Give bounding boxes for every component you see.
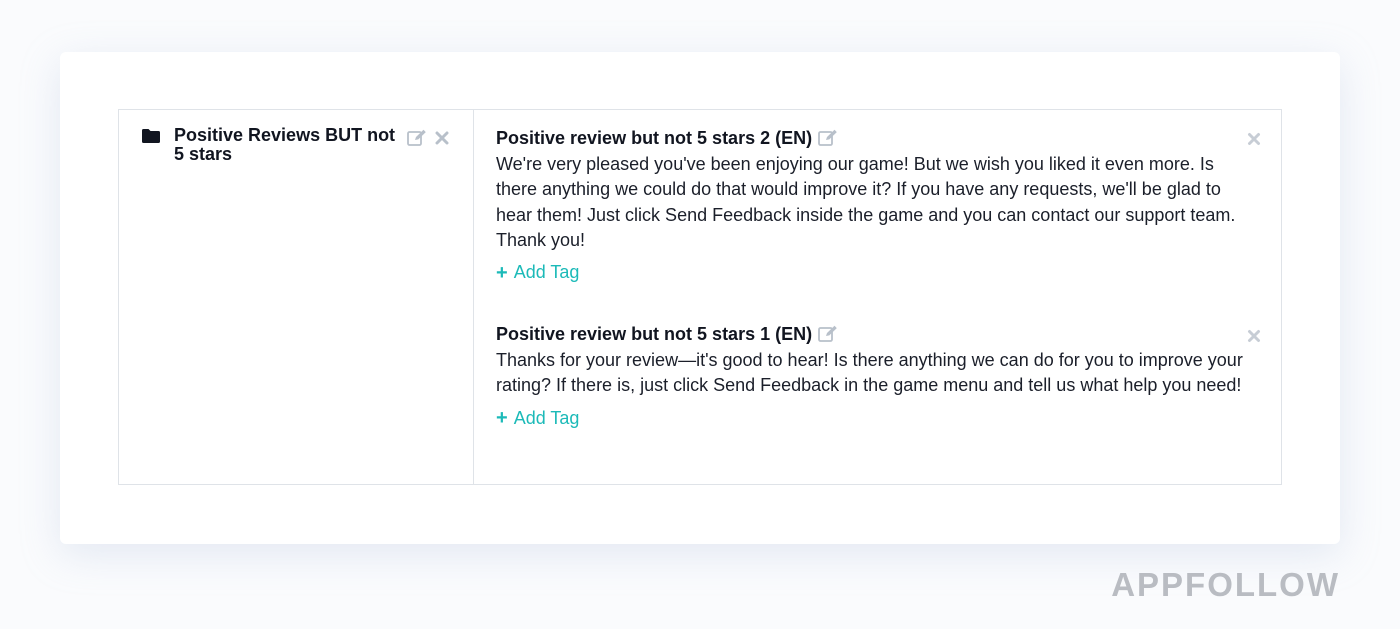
template-item: Positive review but not 5 stars 1 (EN) T… [496, 322, 1256, 429]
template-body: We're very pleased you've been enjoying … [496, 154, 1236, 250]
plus-icon: + [496, 261, 508, 284]
folder-name[interactable]: Positive Reviews BUT not 5 stars [174, 126, 399, 164]
appfollow-watermark: APPFOLLOW [1111, 566, 1340, 603]
template-title[interactable]: Positive review but not 5 stars 2 (EN) [496, 128, 812, 149]
add-tag-label: Add Tag [513, 407, 580, 428]
close-icon[interactable] [435, 131, 449, 145]
folder-column: Positive Reviews BUT not 5 stars [119, 110, 474, 484]
edit-icon[interactable] [818, 129, 838, 147]
folder-actions [407, 129, 449, 147]
templates-card: Positive Reviews BUT not 5 stars Positiv… [60, 52, 1340, 544]
add-tag-label: Add Tag [513, 262, 580, 283]
template-header: Positive review but not 5 stars 1 (EN) [496, 322, 1256, 346]
template-body: Thanks for your review—it's good to hear… [496, 350, 1243, 396]
edit-icon[interactable] [818, 325, 838, 343]
close-icon[interactable] [1247, 132, 1261, 146]
template-header: Positive review but not 5 stars 2 (EN) [496, 126, 1256, 150]
edit-icon[interactable] [407, 129, 427, 147]
add-tag-button[interactable]: + Add Tag [496, 408, 1256, 429]
templates-column: Positive review but not 5 stars 2 (EN) W… [474, 110, 1281, 484]
templates-table: Positive Reviews BUT not 5 stars Positiv… [118, 109, 1282, 485]
template-title[interactable]: Positive review but not 5 stars 1 (EN) [496, 324, 812, 345]
plus-icon: + [496, 407, 508, 430]
folder-icon [142, 129, 160, 143]
close-icon[interactable] [1247, 329, 1261, 343]
template-item: Positive review but not 5 stars 2 (EN) W… [496, 126, 1256, 283]
add-tag-button[interactable]: + Add Tag [496, 262, 1256, 283]
